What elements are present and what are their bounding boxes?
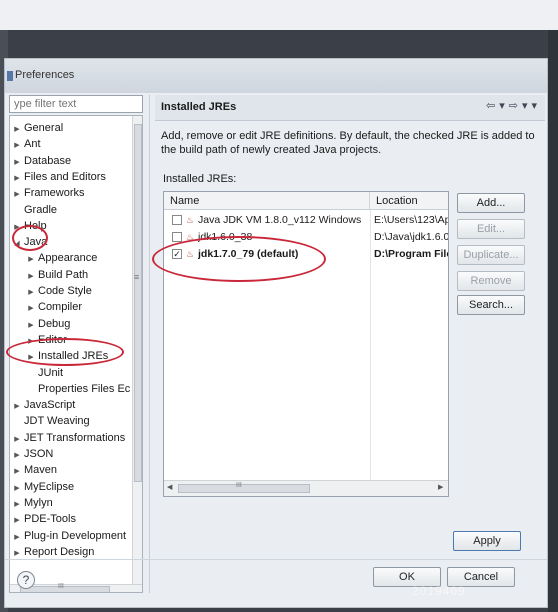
- monitor-bezel-right: [548, 30, 558, 612]
- tree-scroll-grip: ≡: [134, 272, 140, 282]
- tree-item-label: Frameworks: [24, 187, 85, 200]
- annotation-circle-installed-jres: [6, 338, 124, 366]
- tree-item-label: Maven: [24, 464, 58, 477]
- annotation-circle-default-jre: [152, 236, 326, 282]
- tree-item-junit[interactable]: JUnit: [26, 365, 63, 381]
- tree-item-label: Debug: [38, 317, 71, 330]
- scroll-left-icon[interactable]: ◀: [167, 483, 172, 491]
- search-button[interactable]: Search...: [457, 295, 525, 315]
- tree-item-debug[interactable]: ▶ Debug: [26, 316, 70, 332]
- tree-item-build-path[interactable]: ▶ Build Path: [26, 267, 88, 283]
- tree-item-label: JUnit: [38, 366, 64, 379]
- tree-item-label: Files and Editors: [24, 170, 106, 183]
- forward-arrow-icon[interactable]: ⇨: [509, 99, 518, 112]
- tree-item-mylyn[interactable]: ▶ Mylyn: [12, 495, 53, 511]
- tree-item-plug-in-development[interactable]: ▶ Plug-in Development: [12, 528, 126, 544]
- tree-scroll-thumb[interactable]: [134, 124, 142, 482]
- help-icon[interactable]: ?: [17, 571, 35, 589]
- table-hscroll-grip: III: [236, 482, 242, 489]
- view-menu-icon[interactable]: ▾: [531, 99, 537, 112]
- tree-item-compiler[interactable]: ▶ Compiler: [26, 299, 82, 315]
- title-bar: Preferences: [5, 59, 547, 93]
- jre-location: E:\Users\123\Appl: [374, 214, 448, 226]
- column-header-name[interactable]: Name: [164, 192, 370, 210]
- tree-item-frameworks[interactable]: ▶ Frameworks: [12, 185, 85, 201]
- app-icon: [7, 71, 13, 81]
- table-horizontal-scrollbar[interactable]: ◀ III ▶: [164, 480, 448, 496]
- jre-location: D:\Java\jdk1.6.0_3: [374, 231, 448, 243]
- edit-button[interactable]: Edit...: [457, 219, 525, 239]
- tree-item-jet-transformations[interactable]: ▶ JET Transformations: [12, 430, 125, 446]
- tree-hscroll-grip: III: [58, 583, 64, 590]
- page-title: Installed JREs: [161, 101, 237, 113]
- installed-jres-label: Installed JREs:: [163, 173, 237, 185]
- jre-location: D:\Program Files: [374, 248, 448, 260]
- tree-item-label: JSON: [24, 448, 54, 460]
- tree-item-label: JavaScript: [24, 399, 76, 412]
- window-title: Preferences: [15, 69, 75, 81]
- tree-item-label: Gradle: [24, 203, 58, 216]
- tree-item-label: MyEclipse: [24, 480, 75, 493]
- page-nav: ⇦ ▾ ⇨ ▾ ▾: [482, 99, 537, 112]
- tree-item-label: PDE-Tools: [24, 513, 76, 526]
- jre-checkbox[interactable]: [172, 215, 182, 225]
- tree-item-myeclipse[interactable]: ▶ MyEclipse: [12, 479, 74, 495]
- tree-item-label: Properties Files Ec: [38, 382, 131, 395]
- tree-item-gradle[interactable]: Gradle: [12, 202, 57, 218]
- back-menu-icon[interactable]: ▾: [499, 99, 505, 112]
- tree-item-files-and-editors[interactable]: ▶ Files and Editors: [12, 169, 106, 185]
- tree-item-maven[interactable]: ▶ Maven: [12, 462, 57, 478]
- forward-menu-icon[interactable]: ▾: [522, 99, 528, 112]
- column-header-location[interactable]: Location: [370, 192, 448, 210]
- tree-item-database[interactable]: ▶ Database: [12, 153, 71, 169]
- table-row[interactable]: ♨ Java JDK VM 1.8.0_v112 Windows E:\Users\…: [164, 212, 448, 228]
- add-button[interactable]: Add...: [457, 193, 525, 213]
- tree-item-javascript[interactable]: ▶ JavaScript: [12, 397, 75, 413]
- tree-hscroll-thumb[interactable]: [20, 586, 110, 592]
- tree-item-label: Mylyn: [24, 496, 53, 509]
- tree-item-label: JDT Weaving: [24, 415, 90, 428]
- tree-item-code-style[interactable]: ▶ Code Style: [26, 283, 92, 299]
- table-hscroll-thumb[interactable]: [178, 484, 310, 493]
- tree-item-label: Database: [24, 154, 72, 167]
- scroll-right-icon[interactable]: ▶: [438, 483, 443, 491]
- duplicate-button[interactable]: Duplicate...: [457, 245, 525, 265]
- filter-input[interactable]: [9, 95, 143, 113]
- tree-item-label: Ant: [24, 138, 41, 151]
- back-arrow-icon[interactable]: ⇦: [486, 99, 495, 112]
- tree-item-report-design[interactable]: ▶ Report Design: [12, 544, 94, 560]
- monitor-bezel-top: [0, 0, 558, 30]
- tree-item-label: Compiler: [38, 301, 83, 314]
- java-icon: ♨: [186, 215, 195, 225]
- tree-item-appearance[interactable]: ▶ Appearance: [26, 250, 97, 266]
- annotation-circle-java: [12, 225, 48, 251]
- jre-checkbox[interactable]: [172, 232, 182, 242]
- tree-item-label: Code Style: [38, 285, 92, 297]
- apply-button[interactable]: Apply: [453, 531, 521, 551]
- tree-item-label: JET Transformations: [24, 431, 126, 444]
- tree-item-label: Build Path: [38, 268, 89, 281]
- tree-item-jdt-weaving[interactable]: JDT Weaving: [12, 413, 90, 429]
- tree-item-ant[interactable]: ▶ Ant: [12, 136, 41, 152]
- watermark: 2019409: [412, 584, 466, 598]
- page-description: Add, remove or edit JRE definitions. By …: [161, 130, 535, 156]
- tree-item-json[interactable]: ▶ JSON: [12, 446, 53, 462]
- tree-item-general[interactable]: ▶ General: [12, 120, 63, 136]
- jre-name: Java JDK VM 1.8.0_v112 Windows: [198, 214, 362, 226]
- pane-divider[interactable]: [149, 95, 150, 593]
- table-header: Name Location: [164, 192, 448, 210]
- tree-item-label: Report Design: [24, 545, 95, 558]
- tree-item-pde-tools[interactable]: ▶ PDE-Tools: [12, 511, 76, 527]
- tree-item-label: Appearance: [38, 252, 98, 265]
- footer-separator: [5, 559, 547, 560]
- tree-item-label: General: [24, 122, 64, 134]
- page-header: Installed JREs ⇦ ▾ ⇨ ▾ ▾: [155, 95, 545, 121]
- remove-button[interactable]: Remove: [457, 271, 525, 291]
- preferences-window: Preferences ▶General▶Ant▶Database▶Files …: [4, 58, 548, 608]
- tree-vertical-scrollbar[interactable]: ≡: [132, 116, 142, 584]
- tree-item-properties-files-ec[interactable]: Properties Files Ec: [26, 381, 130, 397]
- tree-item-label: Plug-in Development: [24, 529, 127, 542]
